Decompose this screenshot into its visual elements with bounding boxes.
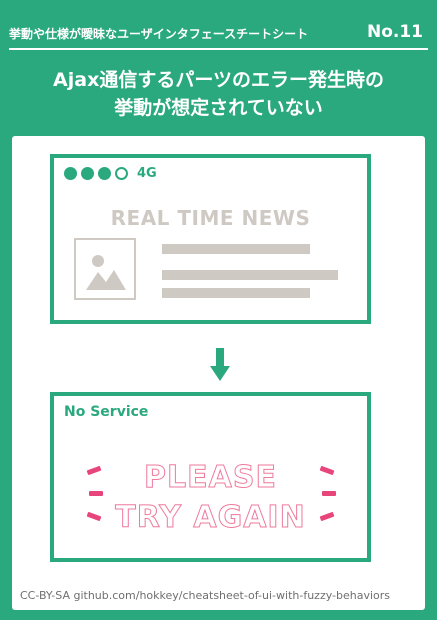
header-divider bbox=[9, 48, 428, 50]
after-panel: No Service PLEASE TRY AGAIN bbox=[50, 392, 371, 562]
image-placeholder-icon bbox=[74, 238, 136, 300]
credit-line: CC-BY-SA github.com/hokkey/cheatsheet-of… bbox=[20, 589, 391, 602]
signal-dot-empty bbox=[115, 167, 128, 180]
series-title: 挙動や仕様が曖昧なユーザインタフェースチートシート bbox=[9, 27, 309, 41]
alert-accent-mark bbox=[322, 491, 336, 496]
text-placeholder-line bbox=[162, 288, 310, 298]
network-label: 4G bbox=[137, 166, 157, 181]
page-title-line-1: Ajax通信するパーツのエラー発生時の bbox=[53, 69, 384, 91]
sheet-number: No.11 bbox=[366, 22, 423, 42]
page-title-line-2: 挙動が想定されていない bbox=[114, 97, 323, 119]
arrow-down-icon bbox=[210, 348, 230, 386]
alert-accent-mark bbox=[89, 491, 103, 496]
before-panel: 4G REAL TIME NEWS bbox=[50, 154, 371, 324]
signal-dot-filled bbox=[64, 167, 77, 180]
signal-dot-filled bbox=[98, 167, 111, 180]
no-service-label: No Service bbox=[64, 404, 149, 420]
header-bar: 挙動や仕様が曖昧なユーザインタフェースチートシート No.11 bbox=[0, 0, 437, 58]
page-title: Ajax通信するパーツのエラー発生時の 挙動が想定されていない bbox=[0, 66, 437, 122]
text-placeholder-line bbox=[162, 244, 310, 254]
text-placeholder-line bbox=[162, 270, 338, 280]
signal-indicator: 4G bbox=[64, 166, 157, 181]
news-title: REAL TIME NEWS bbox=[110, 206, 311, 230]
signal-dot-filled bbox=[81, 167, 94, 180]
